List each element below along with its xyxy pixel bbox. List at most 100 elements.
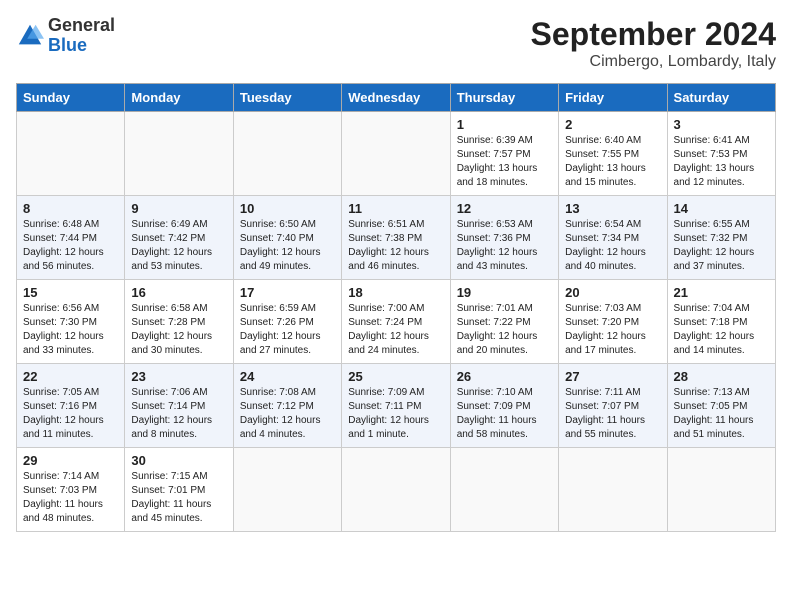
day-number: 22 [23,369,118,384]
col-header-friday: Friday [559,84,667,112]
day-number: 17 [240,285,335,300]
day-info: Sunrise: 6:50 AMSunset: 7:40 PMDaylight:… [240,219,321,272]
calendar-cell [233,112,341,196]
day-number: 27 [565,369,660,384]
calendar-cell: 20 Sunrise: 7:03 AMSunset: 7:20 PMDayligh… [559,280,667,364]
col-header-monday: Monday [125,84,233,112]
day-number: 12 [457,201,552,216]
calendar-cell: 21 Sunrise: 7:04 AMSunset: 7:18 PMDayligh… [667,280,775,364]
day-number: 20 [565,285,660,300]
calendar-header-row: SundayMondayTuesdayWednesdayThursdayFrid… [17,84,776,112]
calendar-cell: 12Sunrise: 6:53 AMSunset: 7:36 PMDayligh… [450,196,558,280]
col-header-saturday: Saturday [667,84,775,112]
day-info: Sunrise: 6:39 AMSunset: 7:57 PMDaylight:… [457,135,538,188]
day-info: Sunrise: 7:04 AMSunset: 7:18 PMDaylight:… [674,303,755,356]
day-info: Sunrise: 7:14 AMSunset: 7:03 PMDaylight:… [23,471,103,524]
calendar-week-row: 15 Sunrise: 6:56 AMSunset: 7:30 PMDayligh… [17,280,776,364]
day-info: Sunrise: 7:01 AMSunset: 7:22 PMDaylight:… [457,303,538,356]
calendar-cell: 29 Sunrise: 7:14 AMSunset: 7:03 PMDayligh… [17,448,125,532]
col-header-wednesday: Wednesday [342,84,450,112]
day-number: 21 [674,285,769,300]
day-info: Sunrise: 6:41 AMSunset: 7:53 PMDaylight:… [674,135,755,188]
day-number: 23 [131,369,226,384]
logo: General Blue [16,16,115,56]
day-number: 9 [131,201,226,216]
day-number: 24 [240,369,335,384]
calendar-week-row: 1 Sunrise: 6:39 AMSunset: 7:57 PMDaylight… [17,112,776,196]
calendar-table: SundayMondayTuesdayWednesdayThursdayFrid… [16,83,776,532]
calendar-cell: 14Sunrise: 6:55 AMSunset: 7:32 PMDayligh… [667,196,775,280]
day-number: 29 [23,453,118,468]
calendar-cell: 26 Sunrise: 7:10 AMSunset: 7:09 PMDayligh… [450,364,558,448]
day-info: Sunrise: 7:10 AMSunset: 7:09 PMDaylight:… [457,387,537,440]
col-header-thursday: Thursday [450,84,558,112]
calendar-cell [559,448,667,532]
month-year-title: September 2024 [531,16,776,53]
calendar-cell: 18 Sunrise: 7:00 AMSunset: 7:24 PMDayligh… [342,280,450,364]
day-info: Sunrise: 6:54 AMSunset: 7:34 PMDaylight:… [565,219,646,272]
page-header: General Blue September 2024 Cimbergo, Lo… [16,16,776,71]
day-number: 2 [565,117,660,132]
day-number: 10 [240,201,335,216]
calendar-cell: 2 Sunrise: 6:40 AMSunset: 7:55 PMDaylight… [559,112,667,196]
calendar-cell: 22 Sunrise: 7:05 AMSunset: 7:16 PMDayligh… [17,364,125,448]
calendar-cell [667,448,775,532]
day-info: Sunrise: 6:48 AMSunset: 7:44 PMDaylight:… [23,219,104,272]
day-info: Sunrise: 6:51 AMSunset: 7:38 PMDaylight:… [348,219,429,272]
location-subtitle: Cimbergo, Lombardy, Italy [531,53,776,71]
calendar-cell [233,448,341,532]
day-info: Sunrise: 7:11 AMSunset: 7:07 PMDaylight:… [565,387,645,440]
day-info: Sunrise: 6:59 AMSunset: 7:26 PMDaylight:… [240,303,321,356]
day-info: Sunrise: 6:49 AMSunset: 7:42 PMDaylight:… [131,219,212,272]
calendar-cell [342,112,450,196]
day-info: Sunrise: 6:55 AMSunset: 7:32 PMDaylight:… [674,219,755,272]
day-number: 15 [23,285,118,300]
col-header-sunday: Sunday [17,84,125,112]
calendar-cell: 23 Sunrise: 7:06 AMSunset: 7:14 PMDayligh… [125,364,233,448]
calendar-week-row: 22 Sunrise: 7:05 AMSunset: 7:16 PMDayligh… [17,364,776,448]
logo-icon [16,22,44,50]
day-info: Sunrise: 7:00 AMSunset: 7:24 PMDaylight:… [348,303,429,356]
day-number: 28 [674,369,769,384]
calendar-cell [17,112,125,196]
day-info: Sunrise: 7:03 AMSunset: 7:20 PMDaylight:… [565,303,646,356]
calendar-cell: 1 Sunrise: 6:39 AMSunset: 7:57 PMDaylight… [450,112,558,196]
day-number: 3 [674,117,769,132]
day-info: Sunrise: 7:08 AMSunset: 7:12 PMDaylight:… [240,387,321,440]
calendar-week-row: 8 Sunrise: 6:48 AMSunset: 7:44 PMDaylight… [17,196,776,280]
calendar-cell: 30Sunrise: 7:15 AMSunset: 7:01 PMDayligh… [125,448,233,532]
calendar-cell: 25Sunrise: 7:09 AMSunset: 7:11 PMDayligh… [342,364,450,448]
calendar-cell: 16 Sunrise: 6:58 AMSunset: 7:28 PMDayligh… [125,280,233,364]
day-number: 16 [131,285,226,300]
day-info: Sunrise: 7:15 AMSunset: 7:01 PMDaylight:… [131,471,211,524]
day-info: Sunrise: 7:13 AMSunset: 7:05 PMDaylight:… [674,387,754,440]
day-info: Sunrise: 7:09 AMSunset: 7:11 PMDaylight:… [348,387,429,440]
day-number: 18 [348,285,443,300]
day-number: 26 [457,369,552,384]
day-info: Sunrise: 7:05 AMSunset: 7:16 PMDaylight:… [23,387,104,440]
calendar-cell [342,448,450,532]
day-number: 19 [457,285,552,300]
day-info: Sunrise: 7:06 AMSunset: 7:14 PMDaylight:… [131,387,212,440]
calendar-cell: 19 Sunrise: 7:01 AMSunset: 7:22 PMDayligh… [450,280,558,364]
day-info: Sunrise: 6:56 AMSunset: 7:30 PMDaylight:… [23,303,104,356]
title-block: September 2024 Cimbergo, Lombardy, Italy [531,16,776,71]
day-number: 11 [348,201,443,216]
day-info: Sunrise: 6:40 AMSunset: 7:55 PMDaylight:… [565,135,646,188]
day-number: 1 [457,117,552,132]
logo-text: General Blue [48,16,115,56]
calendar-week-row: 29 Sunrise: 7:14 AMSunset: 7:03 PMDayligh… [17,448,776,532]
day-number: 8 [23,201,118,216]
calendar-cell [125,112,233,196]
calendar-cell: 24 Sunrise: 7:08 AMSunset: 7:12 PMDayligh… [233,364,341,448]
calendar-body: 1 Sunrise: 6:39 AMSunset: 7:57 PMDaylight… [17,112,776,532]
calendar-cell: 17 Sunrise: 6:59 AMSunset: 7:26 PMDayligh… [233,280,341,364]
calendar-cell: 8 Sunrise: 6:48 AMSunset: 7:44 PMDaylight… [17,196,125,280]
calendar-cell: 11 Sunrise: 6:51 AMSunset: 7:38 PMDayligh… [342,196,450,280]
calendar-cell: 15 Sunrise: 6:56 AMSunset: 7:30 PMDayligh… [17,280,125,364]
calendar-cell [450,448,558,532]
calendar-cell: 10 Sunrise: 6:50 AMSunset: 7:40 PMDayligh… [233,196,341,280]
day-info: Sunrise: 6:58 AMSunset: 7:28 PMDaylight:… [131,303,212,356]
col-header-tuesday: Tuesday [233,84,341,112]
calendar-cell: 3 Sunrise: 6:41 AMSunset: 7:53 PMDaylight… [667,112,775,196]
